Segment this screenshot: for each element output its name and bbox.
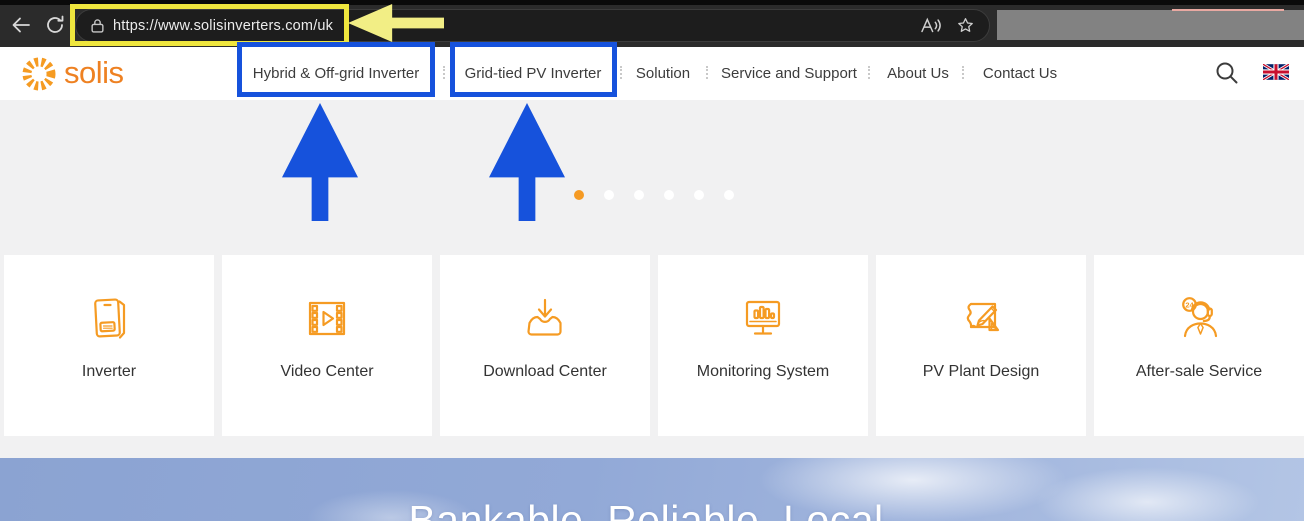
redacted-toolbar-area [997, 10, 1304, 40]
pv-design-icon [954, 291, 1008, 347]
card-label: After-sale Service [1136, 363, 1262, 381]
carousel-dot-2[interactable] [604, 190, 614, 200]
card-after-sale-service[interactable]: 24 After-sale Service [1094, 255, 1304, 436]
card-label: Video Center [280, 363, 373, 381]
nav-separator [620, 66, 622, 79]
nav-separator [962, 66, 964, 79]
video-center-icon [300, 291, 354, 347]
hero-banner: Bankable. Reliable. Local. [0, 458, 1304, 521]
blue-up-arrow-hybrid [282, 103, 358, 221]
card-label: PV Plant Design [923, 363, 1040, 381]
carousel-dot-1[interactable] [574, 190, 584, 200]
download-icon [518, 291, 572, 347]
carousel-dot-5[interactable] [694, 190, 704, 200]
card-label: Inverter [82, 363, 136, 381]
search-icon[interactable] [1214, 60, 1240, 86]
card-label: Monitoring System [697, 363, 830, 381]
uk-flag-icon[interactable] [1263, 64, 1289, 80]
card-inverter[interactable]: Inverter [4, 255, 214, 436]
nav-highlight-box-gridtied [450, 42, 617, 97]
blue-up-arrow-gridtied [489, 103, 565, 221]
badge-24: 24 [1185, 300, 1194, 309]
nav-highlight-box-hybrid [237, 42, 435, 97]
nav-about-us[interactable]: About Us [887, 65, 949, 82]
card-pv-plant-design[interactable]: PV Plant Design [876, 255, 1086, 436]
after-sale-icon: 24 [1172, 291, 1226, 347]
nav-separator [443, 66, 445, 79]
solis-sunburst-icon [20, 55, 58, 93]
read-aloud-icon[interactable] [920, 17, 942, 34]
nav-separator [868, 66, 870, 79]
nav-contact-us[interactable]: Contact Us [983, 65, 1057, 82]
back-icon[interactable] [10, 14, 32, 36]
card-label: Download Center [483, 363, 607, 381]
site-header: solis Hybrid & Off-grid Inverter Grid-ti… [0, 47, 1304, 100]
inverter-icon [82, 291, 136, 347]
carousel-dots [574, 190, 734, 200]
carousel-dot-3[interactable] [634, 190, 644, 200]
redaction-accent-line [1172, 9, 1284, 11]
nav-separator [706, 66, 708, 79]
favorite-star-icon[interactable] [956, 16, 975, 35]
card-download-center[interactable]: Download Center [440, 255, 650, 436]
solis-logo[interactable]: solis [20, 55, 124, 93]
screenshot-root: https://www.solisinverters.com/uk [0, 0, 1304, 521]
hero-headline: Bankable. Reliable. Local. [0, 497, 1304, 521]
logo-wordmark: solis [64, 57, 124, 92]
refresh-icon[interactable] [44, 14, 66, 36]
card-monitoring-system[interactable]: Monitoring System [658, 255, 868, 436]
carousel-dot-6[interactable] [724, 190, 734, 200]
nav-solution[interactable]: Solution [636, 65, 690, 82]
monitoring-icon [736, 291, 790, 347]
card-video-center[interactable]: Video Center [222, 255, 432, 436]
url-highlight-box [70, 4, 349, 46]
nav-service-and-support[interactable]: Service and Support [721, 65, 857, 82]
carousel-dot-4[interactable] [664, 190, 674, 200]
